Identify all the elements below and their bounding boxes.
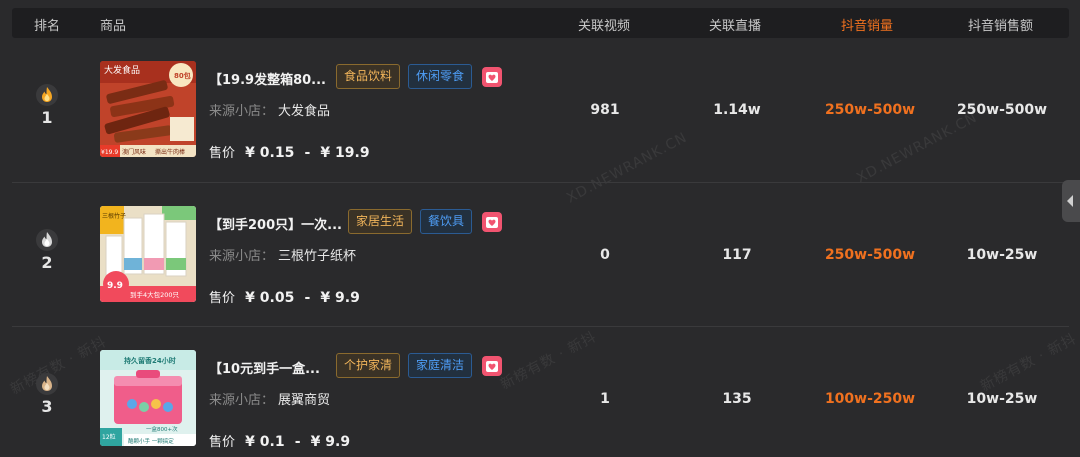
shop-name[interactable]: 三根竹子纸杯: [278, 249, 356, 264]
douyin-sales-value: 100w-250w: [824, 391, 916, 407]
price-sep: -: [304, 145, 311, 161]
thumb-brand-text: 三根竹子: [102, 212, 126, 220]
header-rank: 排名: [34, 19, 61, 34]
shop-name[interactable]: 大发食品: [278, 104, 330, 119]
shop-label: 来源小店：: [209, 393, 275, 408]
related-live-count: 117: [722, 247, 752, 263]
price-range: 售价 ¥ 0.15 - ¥ 19.9: [209, 142, 370, 161]
product-title[interactable]: 【10元到手一盒...: [209, 358, 320, 377]
product-thumbnail[interactable]: 大发食品 80包 ¥19.9 澳门风味 撕出牛肉棒: [100, 61, 196, 157]
price-min: ¥ 0.15: [245, 145, 295, 161]
thumb-count-text: 80包: [174, 71, 191, 80]
thumb-flavor-text: 澳门风味: [122, 148, 146, 156]
rank-number: 2: [41, 253, 53, 272]
source-shop: 来源小店： 展翼商贸: [209, 389, 330, 408]
chevron-left-icon: [1067, 195, 1073, 207]
thumb-desc-text: 撕出牛肉棒: [155, 148, 185, 156]
rank-cell: 1: [32, 83, 62, 127]
related-video-count: 1: [600, 391, 610, 407]
related-live-count: 1.14w: [713, 102, 761, 118]
thumb-desc-text: 酷颗小手 一颗搞定: [128, 437, 174, 445]
thumb-price-text: 9.9: [107, 281, 123, 291]
product-thumbnail[interactable]: 持久留香24小时 12粒 一盒800+次 酷颗小手 一颗搞定: [100, 350, 196, 446]
product-thumbnail[interactable]: 三根竹子 9.9 到手4大包200只: [100, 206, 196, 302]
thumb-brand-text: 大发食品: [104, 64, 140, 76]
price-label: 售价: [209, 146, 236, 161]
source-shop: 来源小店： 三根竹子纸杯: [209, 245, 356, 264]
rank-number: 3: [41, 397, 53, 416]
price-min: ¥ 0.1: [245, 434, 285, 450]
related-video-count: 0: [600, 247, 610, 263]
product-title[interactable]: 【到手200只】一次...: [209, 214, 342, 233]
thumb-count-text: 12粒: [102, 433, 116, 441]
flame-bronze-icon: [36, 373, 58, 395]
table-row[interactable]: 3 持久留香24小时 12粒 一盒800+次 酷颗小手 一颗搞定 【10元到手一…: [12, 326, 1069, 457]
shop-label: 来源小店：: [209, 249, 275, 264]
douyin-sales-value: 250w-500w: [824, 247, 916, 263]
rank-cell: 2: [32, 228, 62, 272]
thumb-price-text: ¥19.9: [101, 149, 118, 156]
category-tag[interactable]: 家居生活: [348, 209, 413, 234]
price-min: ¥ 0.05: [245, 290, 295, 306]
category-tag[interactable]: 食品饮料: [336, 64, 401, 89]
favorite-heart-icon[interactable]: [482, 67, 502, 87]
price-max: ¥ 9.9: [320, 290, 360, 306]
header-product: 商品: [100, 19, 127, 34]
product-ranking-table: XD.NEWRANK.CN XD.NEWRANK.CN 新榜有数 · 新抖 新榜…: [0, 0, 1080, 457]
header-douyin-amount[interactable]: 抖音销售额: [968, 15, 1033, 34]
category-tag[interactable]: 个护家清: [336, 353, 401, 378]
price-sep: -: [294, 434, 301, 450]
table-row[interactable]: 1 大发食品 80包 ¥19.9 澳门风味 撕出牛肉棒 【19.9发整箱80..…: [12, 38, 1069, 181]
price-label: 售价: [209, 435, 236, 450]
thumb-desc-text: 到手4大包200只: [130, 290, 180, 299]
price-label: 售价: [209, 291, 236, 306]
thumb-usage-text: 一盒800+次: [146, 425, 178, 433]
douyin-amount-value: 10w-25w: [966, 247, 1038, 263]
related-video-count: 981: [590, 102, 620, 118]
douyin-amount-value: 10w-25w: [966, 391, 1038, 407]
price-range: 售价 ¥ 0.1 - ¥ 9.9: [209, 431, 350, 450]
related-live-count: 135: [722, 391, 752, 407]
douyin-amount-value: 250w-500w: [956, 102, 1048, 118]
table-header: 排名 商品 关联视频 关联直播 抖音销量 抖音销售额: [12, 8, 1069, 38]
subcategory-tag[interactable]: 休闲零食: [408, 64, 473, 89]
shop-name[interactable]: 展翼商贸: [278, 393, 330, 408]
price-sep: -: [304, 290, 311, 306]
subcategory-tag[interactable]: 餐饮具: [420, 209, 473, 234]
source-shop: 来源小店： 大发食品: [209, 100, 330, 119]
header-related-live[interactable]: 关联直播: [709, 15, 761, 34]
price-max: ¥ 9.9: [310, 434, 351, 450]
price-max: ¥ 19.9: [320, 145, 370, 161]
favorite-heart-icon[interactable]: [482, 212, 502, 232]
flame-gold-icon: [36, 84, 58, 106]
table-row[interactable]: 2 三根竹子 9.9 到手4大包200只 【到手200只】一次... 家居生活 …: [12, 182, 1069, 325]
rank-number: 1: [41, 108, 53, 127]
douyin-sales-value: 250w-500w: [824, 102, 916, 118]
sidebar-toggle-handle[interactable]: [1062, 180, 1080, 222]
subcategory-tag[interactable]: 家庭清洁: [408, 353, 473, 378]
thumb-slogan-text: 持久留香24小时: [124, 356, 176, 365]
rank-cell: 3: [32, 372, 62, 416]
favorite-heart-icon[interactable]: [482, 356, 502, 376]
header-related-video[interactable]: 关联视频: [578, 15, 630, 34]
header-douyin-sales[interactable]: 抖音销量: [841, 15, 893, 34]
flame-silver-icon: [36, 229, 58, 251]
shop-label: 来源小店：: [209, 104, 275, 119]
product-title[interactable]: 【19.9发整箱80...: [209, 69, 326, 88]
price-range: 售价 ¥ 0.05 - ¥ 9.9: [209, 287, 360, 306]
